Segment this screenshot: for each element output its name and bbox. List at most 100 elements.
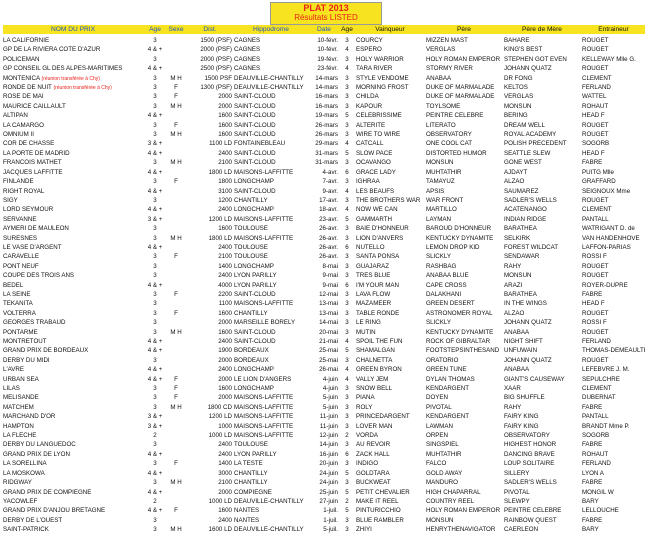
cell-dist: 1500 (PSF) — [200, 37, 232, 44]
cell-nom: MATCHEM — [3, 403, 34, 411]
cell-a2: 3 — [345, 84, 349, 92]
table-row: HAMPTON 3 & + 1000 MAISONS-LAFFITTE 11-juin 3… — [3, 422, 645, 431]
cell-pe: PEINTRE CELEBRE — [426, 112, 484, 120]
cell-en: LEFEBVRE J. M. — [582, 366, 630, 374]
cell-dist: 1900 — [218, 347, 232, 355]
cell-sexe: M H — [170, 328, 182, 336]
cell-pm: ARAZI — [504, 281, 523, 289]
cell-date: 14-juin — [319, 441, 338, 449]
table-row: GRAND PRIX D'ANJOU BRETAGNE 4 & + F 1600 NAN… — [3, 506, 645, 515]
cell-vq: GAMMARTH — [356, 215, 392, 223]
cell-pm: SLEWPY — [504, 497, 530, 505]
cell-en: WATTEL — [582, 93, 607, 101]
cell-date: 14-mars — [315, 84, 338, 92]
cell-vq: LAVA FLOW — [356, 290, 391, 298]
table-row: DERBY DU LANGUEDOC 3 2400 TOULOUSE 14-juin 3 A… — [3, 440, 645, 449]
table-header: NOM DU PRIX Age Sexe Dist. Hippodrome Da… — [3, 25, 645, 34]
cell-age: 3 — [153, 262, 157, 270]
table-row: COUPE DES TROIS ANS 3 2400 LYON PARILLY 9-ma… — [3, 271, 645, 280]
cell-vq: CATCALL — [356, 140, 384, 148]
cell-sexe: M H — [170, 526, 182, 534]
cell-dist: 2200 — [218, 290, 232, 298]
cell-dist: 1600 — [218, 328, 232, 336]
cell-pm: SAUMAREZ — [504, 187, 539, 195]
cell-dist: 2400 — [218, 338, 232, 345]
cell-a2: 3 — [345, 479, 349, 487]
cell-en: ROHAUT — [582, 102, 609, 110]
cell-vq: TABLE RONDE — [356, 309, 400, 317]
cell-pe: GREEN TUNE — [426, 366, 467, 374]
page-subtitle: Résultats LISTED — [294, 13, 358, 22]
cell-pe: LITERATO — [426, 121, 456, 129]
cell-vq: VALLY JEM — [356, 375, 389, 383]
table-row: FINLANDE 3 F 1800 LONGCHAMP 7-avr. 3 IGHRAA TAMA… — [3, 177, 645, 186]
cell-dist: 4000 — [218, 281, 232, 289]
table-row: GP DE LA RIVIERA COTE D'AZUR 4 & + 2000 (P… — [3, 45, 645, 54]
cell-vq: ZACK HALL — [356, 450, 390, 458]
cell-en: THOMAS-DEMEAULTE — [582, 347, 645, 355]
cell-dist: 2000 — [218, 319, 232, 327]
cell-dist: 1000 LD — [208, 497, 232, 505]
cell-en: ROUGET — [582, 131, 609, 139]
cell-en: ROUGET — [582, 328, 609, 336]
cell-hippo: MAISONS-LAFFITTE — [234, 394, 294, 402]
cell-a2: 6 — [345, 168, 349, 176]
cell-age: 3 — [153, 516, 157, 524]
cell-pm: FAIRY KING — [504, 413, 539, 421]
cell-dist: 2000 — [218, 356, 232, 364]
cell-dist: 2000 — [218, 102, 232, 110]
cell-hippo: DEAUVILLE-CHANTILLY — [234, 74, 304, 82]
cell-sexe: F — [174, 507, 178, 515]
cell-pm: STEPHEN GOT EVEN — [504, 55, 567, 63]
cell-date: 11-juin — [319, 413, 338, 421]
cell-date: 9-avr. — [322, 187, 338, 195]
cell-pe: MONSUN — [426, 516, 454, 524]
cell-en: ROSSI F — [582, 319, 607, 327]
cell-age: 4 & + — [147, 450, 163, 458]
cell-hippo: SAINT-CLOUD — [234, 149, 276, 157]
cell-en: SOGORB — [582, 432, 610, 440]
cell-en: ROYER-DUPRE — [582, 281, 628, 289]
cell-age: 3 — [153, 328, 157, 336]
cell-dist: 3000 — [218, 469, 232, 477]
cell-pe: HIGH CHAPARRAL — [426, 488, 481, 496]
table-row: GRAND PRIX DE COMPIEGNE 4 & + 2000 COMPIEGN… — [3, 488, 645, 497]
cell-hippo: SAINT-CLOUD — [234, 187, 276, 195]
cell-a2: 3 — [345, 37, 349, 44]
cell-age: 3 — [153, 93, 157, 101]
cell-dist: 2000 (PSF) — [200, 46, 232, 54]
cell-nom: GP DE LA RIVIERA COTE D'AZUR — [3, 46, 101, 54]
cell-age: 3 — [153, 55, 157, 63]
cell-a2: 3 — [345, 159, 349, 167]
cell-a2: 2 — [345, 497, 349, 505]
cell-pm: POLISH PRECEDENT — [504, 140, 567, 148]
cell-a2: 3 — [345, 300, 349, 308]
race-name: RONDE DE NUIT — [3, 84, 52, 92]
cell-pe: SLICKLY — [426, 253, 451, 261]
cell-pm: SADLER'S WELLS — [504, 479, 557, 487]
cell-en: HEAD F — [582, 300, 605, 308]
table-row: SURESNES 3 M H 1800 LD MAISONS-LAFFITTE 26-av… — [3, 234, 645, 243]
cell-en: ROUGET — [582, 356, 609, 364]
cell-pm: ANABAA — [504, 366, 530, 374]
cell-hippo: CAGNES — [234, 46, 261, 54]
table-row: GP CONSEIL GL DES ALPES-MARITIMES 4 & + 25… — [3, 64, 645, 73]
cell-en: HEAD F — [582, 112, 605, 120]
cell-pe: STORMY RIVER — [426, 65, 473, 73]
cell-date: 26-avr. — [319, 253, 338, 261]
cell-date: 25-mai — [319, 356, 338, 364]
table-row: SERVANNE 3 & + 1200 LD MAISONS-LAFFITTE 23-a… — [3, 215, 645, 224]
cell-en: KELLEWAY Mlle G. — [582, 55, 636, 63]
cell-pm: NIGHT SHIFT — [504, 338, 543, 345]
cell-date: 14-mai — [319, 319, 338, 327]
cell-dist: 1800 LD — [208, 234, 232, 242]
table-row: BEDEL 4 & + 4000 LYON PARILLY 9-mai 6 I'M YOUR… — [3, 281, 645, 290]
cell-vq: SHAMALGAN — [356, 347, 395, 355]
cell-dist: 1100 — [218, 300, 232, 308]
cell-hippo: CHANTILLY — [234, 469, 268, 477]
cell-age: 3 — [153, 479, 157, 487]
cell-en: ROSSI F — [582, 253, 607, 261]
cell-hippo: TOULOUSE — [234, 253, 268, 261]
cell-date: 16-juin — [319, 450, 338, 458]
cell-pe: LAWMAN — [426, 422, 453, 430]
